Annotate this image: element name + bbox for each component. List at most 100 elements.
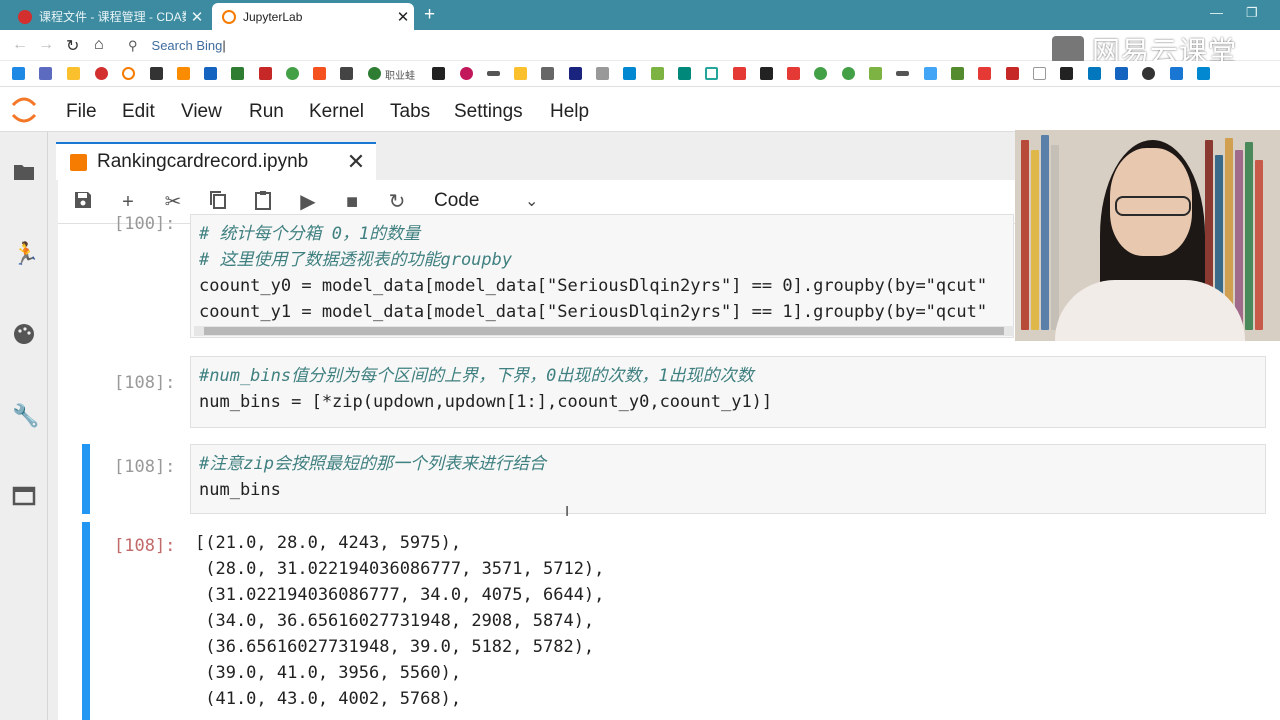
bookmark-icon[interactable] bbox=[67, 67, 80, 80]
bookmark-icon[interactable] bbox=[1033, 67, 1046, 80]
close-tab-icon[interactable]: ✕ bbox=[186, 8, 208, 26]
chevron-down-icon[interactable]: ⌄ bbox=[525, 191, 538, 211]
bookmark-icon[interactable] bbox=[1060, 67, 1073, 80]
forward-icon[interactable]: → bbox=[38, 36, 54, 54]
output-line: (28.0, 31.022194036086777, 3571, 5712), bbox=[195, 559, 605, 579]
bookmark-icon[interactable] bbox=[204, 67, 217, 80]
bookmark-icon[interactable] bbox=[951, 67, 964, 80]
bookmark-icon[interactable] bbox=[487, 71, 500, 76]
bookmark-icon[interactable] bbox=[978, 67, 991, 80]
bookmark-icon[interactable] bbox=[651, 67, 664, 80]
bookmark-icon[interactable] bbox=[150, 67, 163, 80]
cut-icon[interactable]: ✂ bbox=[161, 190, 185, 214]
restore-window-icon[interactable]: ❐ bbox=[1246, 5, 1258, 21]
bookmark-icon[interactable] bbox=[541, 67, 554, 80]
code-cell-selected[interactable]: [108]: #注意zip会按照最短的那一个列表来进行结合 num_bins bbox=[58, 444, 1280, 514]
menu-kernel[interactable]: Kernel bbox=[309, 101, 364, 123]
bookmark-icon[interactable] bbox=[1170, 67, 1183, 80]
code-line: num_bins = [*zip(updown,updown[1:],cooun… bbox=[199, 392, 773, 412]
bookshelf-decoration bbox=[1041, 135, 1049, 330]
copy-icon[interactable] bbox=[206, 190, 230, 214]
bookmark-icon[interactable] bbox=[286, 67, 299, 80]
bookmark-icon[interactable] bbox=[760, 67, 773, 80]
close-icon[interactable]: ✕ bbox=[336, 149, 376, 175]
code-editor[interactable]: #num_bins值分别为每个区间的上界，下界，0出现的次数，1出现的次数 nu… bbox=[190, 356, 1266, 428]
bookmark-icon[interactable] bbox=[368, 67, 381, 80]
bookmark-icon[interactable] bbox=[705, 67, 718, 80]
menu-file[interactable]: File bbox=[66, 101, 97, 123]
bookmark-icon[interactable] bbox=[1088, 67, 1101, 80]
menu-run[interactable]: Run bbox=[249, 101, 284, 123]
bookmark-icon[interactable] bbox=[1115, 67, 1128, 80]
search-placeholder: Search Bing bbox=[151, 38, 223, 53]
bookmark-icon[interactable] bbox=[1006, 67, 1019, 80]
palette-icon[interactable] bbox=[12, 322, 36, 346]
bookmarks-bar: 职业蛙 bbox=[0, 61, 1280, 87]
output-text: [(21.0, 28.0, 4243, 5975), (28.0, 31.022… bbox=[195, 530, 604, 712]
bookmark-icon[interactable] bbox=[924, 67, 937, 80]
code-cell[interactable]: [108]: #num_bins值分别为每个区间的上界，下界，0出现的次数，1出… bbox=[58, 356, 1280, 428]
bookmark-icon[interactable] bbox=[1197, 67, 1210, 80]
bookmark-icon[interactable] bbox=[231, 67, 244, 80]
presenter-body bbox=[1055, 280, 1245, 341]
bookmark-icon[interactable] bbox=[842, 67, 855, 80]
cell-prompt: [108]: bbox=[114, 373, 176, 393]
menu-tabs[interactable]: Tabs bbox=[390, 101, 430, 123]
bookmark-icon[interactable] bbox=[596, 67, 609, 80]
paste-icon[interactable] bbox=[251, 190, 275, 214]
close-tab-icon[interactable]: ✕ bbox=[392, 8, 414, 26]
bookmark-icon[interactable] bbox=[869, 67, 882, 80]
code-editor[interactable]: # 统计每个分箱 0，1的数量 # 这里使用了数据透视表的功能groupby c… bbox=[190, 214, 1014, 338]
bookmark-icon[interactable] bbox=[432, 67, 445, 80]
home-icon[interactable]: ⌂ bbox=[94, 36, 104, 54]
bookmark-icon[interactable] bbox=[1142, 67, 1155, 80]
bookmark-icon[interactable] bbox=[814, 67, 827, 80]
bookmark-icon[interactable] bbox=[733, 67, 746, 80]
browser-tab-cda[interactable]: 课程文件 - 课程管理 - CDA数据 ✕ bbox=[8, 3, 208, 30]
horizontal-scrollbar[interactable] bbox=[194, 326, 1014, 336]
run-icon[interactable]: ▶ bbox=[296, 190, 320, 214]
bookmark-icon[interactable] bbox=[623, 67, 636, 80]
bookmark-icon[interactable] bbox=[259, 67, 272, 80]
menu-view[interactable]: View bbox=[181, 101, 222, 123]
new-tab-icon[interactable]: + bbox=[424, 4, 435, 26]
folder-icon[interactable] bbox=[12, 160, 36, 184]
restart-icon[interactable]: ↻ bbox=[385, 190, 409, 214]
notebook-icon bbox=[70, 153, 87, 171]
bookmark-icon[interactable] bbox=[177, 67, 190, 80]
output-line: (31.022194036086777, 34.0, 4075, 6644), bbox=[195, 585, 605, 605]
menu-edit[interactable]: Edit bbox=[122, 101, 155, 123]
menu-help[interactable]: Help bbox=[550, 101, 589, 123]
browser-tab-jupyterlab[interactable]: JupyterLab ✕ bbox=[212, 3, 414, 30]
bookmark-icon[interactable] bbox=[569, 67, 582, 80]
bookmark-label[interactable]: 职业蛙 bbox=[385, 67, 415, 82]
netease-logo-icon bbox=[1052, 36, 1084, 64]
bookmark-icon[interactable] bbox=[12, 67, 25, 80]
bookmark-icon[interactable] bbox=[122, 67, 135, 80]
wrench-icon[interactable]: 🔧 bbox=[12, 404, 39, 428]
minimize-icon[interactable]: — bbox=[1210, 5, 1223, 20]
bookmark-icon[interactable] bbox=[787, 67, 800, 80]
back-icon[interactable]: ← bbox=[12, 36, 28, 54]
bookmark-icon[interactable] bbox=[95, 67, 108, 80]
search-input[interactable]: ⚲ Search Bing | bbox=[120, 35, 940, 56]
stop-icon[interactable]: ■ bbox=[340, 190, 364, 214]
bookmark-icon[interactable] bbox=[678, 67, 691, 80]
save-icon[interactable] bbox=[71, 190, 95, 214]
code-editor[interactable]: #注意zip会按照最短的那一个列表来进行结合 num_bins bbox=[190, 444, 1266, 514]
tabs-icon[interactable] bbox=[12, 484, 36, 508]
bookmark-icon[interactable] bbox=[514, 67, 527, 80]
menu-settings[interactable]: Settings bbox=[454, 101, 523, 123]
bookmark-icon[interactable] bbox=[340, 67, 353, 80]
bookmark-icon[interactable] bbox=[39, 67, 52, 80]
bookmark-icon[interactable] bbox=[313, 67, 326, 80]
running-icon[interactable]: 🏃 bbox=[12, 242, 39, 266]
add-cell-icon[interactable]: + bbox=[116, 190, 140, 214]
bookmark-icon[interactable] bbox=[896, 71, 909, 76]
bookmark-icon[interactable] bbox=[460, 67, 473, 80]
output-line: (41.0, 43.0, 4002, 5768), bbox=[195, 689, 462, 709]
reload-icon[interactable]: ↻ bbox=[66, 36, 79, 56]
output-line: (36.65616027731948, 39.0, 5182, 5782), bbox=[195, 637, 595, 657]
scrollbar-thumb[interactable] bbox=[204, 327, 1004, 335]
notebook-tab[interactable]: Rankingcardrecord.ipynb ✕ bbox=[56, 142, 376, 180]
